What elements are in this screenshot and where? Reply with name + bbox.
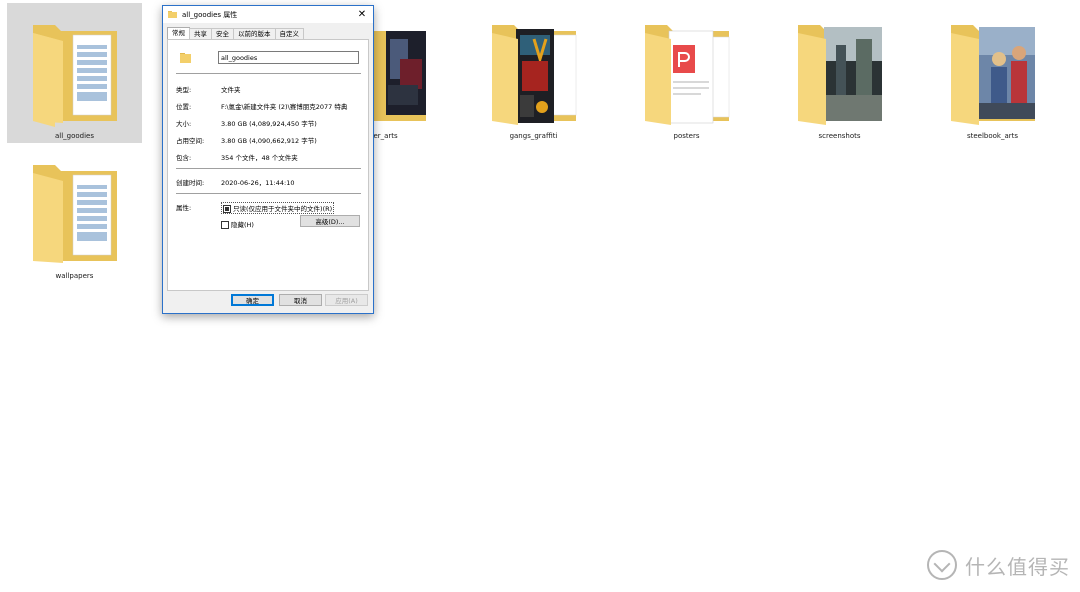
folder-icon <box>180 53 191 63</box>
watermark: 什么值得买 <box>927 550 1070 580</box>
folder-label: steelbook_arts <box>966 132 1019 140</box>
smzdm-logo-icon <box>927 550 957 580</box>
advanced-button[interactable]: 高级(D)... <box>300 215 360 227</box>
folder-label: all_goodies <box>54 132 95 140</box>
checkbox-indeterminate-icon <box>223 205 231 213</box>
folder-name-input[interactable]: all_goodies <box>218 51 359 64</box>
folder-label: posters <box>673 132 700 140</box>
readonly-label: 只读(仅应用于文件夹中的文件)(R) <box>233 205 333 213</box>
apply-button[interactable]: 应用(A) <box>325 294 368 306</box>
folder-screenshots[interactable]: screenshots <box>772 3 907 143</box>
created-value: 2020-06-26，11:44:10 <box>221 179 295 187</box>
hidden-checkbox[interactable]: 隐藏(H) <box>221 219 254 229</box>
folder-label: screenshots <box>818 132 861 140</box>
location-value: F:\氪金\新建文件夹 (2)\赛博朋克2077 特典 <box>221 103 348 111</box>
folder-posters[interactable]: posters <box>619 3 754 143</box>
size-value: 3.80 GB (4,089,924,450 字节) <box>221 120 317 128</box>
checkbox-icon <box>221 221 229 229</box>
divider <box>176 193 361 194</box>
divider <box>176 73 361 74</box>
ok-button[interactable]: 确定 <box>231 294 274 306</box>
contains-value: 354 个文件，48 个文件夹 <box>221 154 298 162</box>
attributes-label: 属性: <box>176 204 192 212</box>
disk-size-value: 3.80 GB (4,090,662,912 字节) <box>221 137 317 145</box>
created-label: 创建时间: <box>176 179 205 187</box>
folder-icon <box>492 25 577 125</box>
folder-icon <box>645 25 730 125</box>
folder-all-goodies[interactable]: all_goodies <box>7 3 142 143</box>
readonly-checkbox[interactable]: 只读(仅应用于文件夹中的文件)(R) <box>221 202 335 214</box>
size-label: 大小: <box>176 120 192 128</box>
contains-label: 包含: <box>176 154 192 162</box>
folder-icon <box>33 165 117 263</box>
folder-label: gangs_graffiti <box>509 132 558 140</box>
location-label: 位置: <box>176 103 192 111</box>
close-icon[interactable]: ✕ <box>351 6 373 23</box>
folder-small-icon <box>168 11 177 18</box>
folder-steelbook-arts[interactable]: steelbook_arts <box>925 3 1060 143</box>
general-tab-pane: all_goodies 类型: 文件夹 位置: F:\氪金\新建文件夹 (2)\… <box>167 39 369 291</box>
folder-icon <box>798 25 882 125</box>
dialog-tabs: 常规 共享 安全 以前的版本 自定义 <box>167 27 304 40</box>
folder-wallpapers[interactable]: wallpapers <box>7 143 142 283</box>
folder-gangs-graffiti[interactable]: gangs_graffiti <box>466 3 601 143</box>
disk-size-label: 占用空间: <box>176 137 205 145</box>
dialog-title: all_goodies 属性 <box>182 10 238 19</box>
folder-icon <box>33 25 117 127</box>
hidden-label: 隐藏(H) <box>231 221 254 229</box>
properties-dialog: all_goodies 属性 ✕ 常规 共享 安全 以前的版本 自定义 all_… <box>162 5 374 314</box>
dialog-titlebar[interactable]: all_goodies 属性 ✕ <box>163 6 373 23</box>
cancel-button[interactable]: 取消 <box>279 294 322 306</box>
folder-label: wallpapers <box>55 272 94 280</box>
type-value: 文件夹 <box>221 86 241 94</box>
folder-icon <box>951 25 1035 125</box>
divider <box>176 168 361 169</box>
watermark-text: 什么值得买 <box>965 554 1070 579</box>
type-label: 类型: <box>176 86 192 94</box>
